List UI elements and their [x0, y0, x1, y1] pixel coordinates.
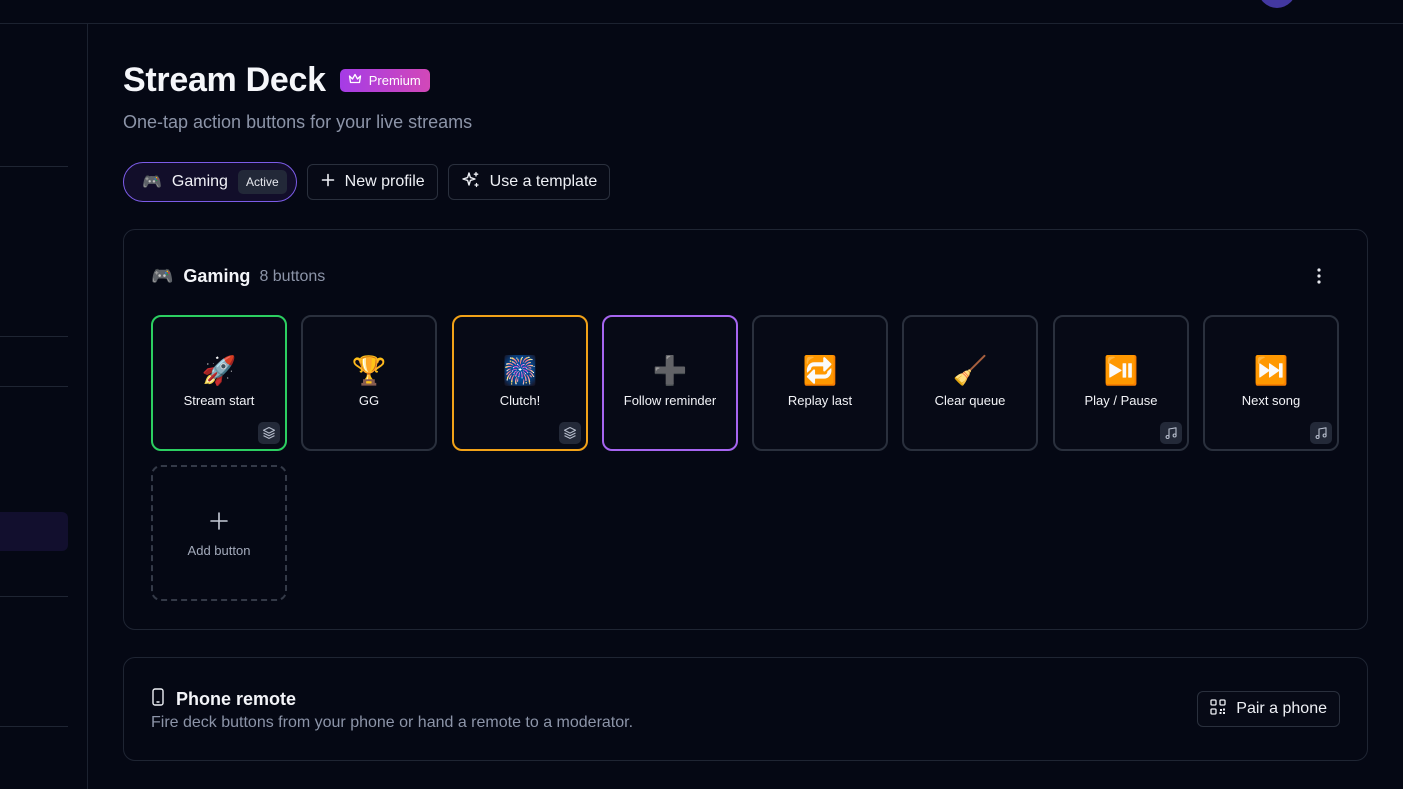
plus-icon [153, 511, 285, 536]
deck-header: 🎮 Gaming 8 buttons [151, 266, 325, 287]
sidebar-divider [0, 386, 68, 387]
deck-button-label: Replay last [787, 393, 853, 408]
sidebar-item-active[interactable] [0, 512, 68, 551]
deck-button-stream-start[interactable]: 🚀 Stream start [151, 315, 287, 451]
deck-button-next-song[interactable]: ⏭️ Next song [1203, 315, 1339, 451]
active-tag: Active [237, 170, 287, 194]
deck-button-replay-last[interactable]: 🔁 Replay last [752, 315, 888, 451]
pair-phone-button[interactable]: Pair a phone [1197, 691, 1340, 727]
deck-button-gg[interactable]: 🏆 GG [301, 315, 437, 451]
crown-icon [348, 73, 362, 88]
more-options-icon[interactable] [1309, 266, 1329, 286]
plus-icon [321, 173, 335, 192]
sidebar-divider [0, 596, 68, 597]
page-subtitle: One-tap action buttons for your live str… [123, 112, 473, 132]
rocket-icon: 🚀 [201, 355, 237, 386]
sidebar-divider [0, 726, 68, 727]
phone-remote-title: Phone remote [176, 689, 297, 709]
repeat-icon: 🔁 [802, 355, 838, 386]
title-row: Stream Deck Premium [123, 60, 430, 100]
add-button-label: Add button [187, 543, 251, 558]
music-note-icon [1310, 422, 1332, 444]
sparkles-icon [461, 171, 480, 194]
premium-label: Premium [368, 72, 421, 88]
next-track-icon: ⏭️ [1253, 355, 1289, 386]
profile-name: Gaming [171, 173, 228, 190]
pair-phone-label: Pair a phone [1236, 700, 1327, 717]
new-profile-label: New profile [344, 173, 425, 190]
premium-badge: Premium [339, 68, 430, 92]
deck-button-label: Clutch! [499, 393, 541, 408]
layers-icon [258, 422, 280, 444]
use-template-label: Use a template [489, 173, 598, 190]
smartphone-icon [151, 688, 165, 711]
gamepad-icon: 🎮 [142, 174, 162, 191]
sidebar [0, 24, 88, 789]
gamepad-icon: 🎮 [151, 266, 174, 286]
trophy-icon: 🏆 [351, 355, 387, 386]
main-content: Stream Deck Premium One-tap action butto… [123, 0, 1368, 789]
profile-pill-gaming[interactable]: 🎮 Gaming Active [123, 162, 297, 202]
deck-button-follow-reminder[interactable]: ➕ Follow reminder [602, 315, 738, 451]
layers-icon [559, 422, 581, 444]
phone-remote-card: Phone remote Fire deck buttons from your… [123, 657, 1368, 761]
music-note-icon [1160, 422, 1182, 444]
page-title: Stream Deck [123, 60, 326, 99]
deck-button-label: Next song [1241, 393, 1301, 408]
broom-icon: 🧹 [952, 355, 988, 386]
play-pause-icon: ⏯️ [1103, 355, 1139, 386]
deck-button-label: Clear queue [934, 393, 1006, 408]
deck-button-label: Follow reminder [623, 393, 717, 408]
sidebar-divider [0, 166, 68, 167]
profile-bar: 🎮 Gaming Active New profile Use a templa… [123, 162, 611, 202]
qr-code-icon [1210, 698, 1226, 720]
deck-button-count: 8 buttons [259, 267, 326, 285]
phone-remote-description: Fire deck buttons from your phone or han… [151, 714, 634, 731]
add-button-tile[interactable]: Add button [151, 465, 287, 601]
sidebar-divider [0, 336, 68, 337]
deck-button-clutch[interactable]: 🎆 Clutch! [452, 315, 588, 451]
new-profile-button[interactable]: New profile [306, 164, 438, 200]
deck-button-label: Stream start [183, 393, 255, 408]
use-template-button[interactable]: Use a template [447, 164, 611, 200]
fireworks-icon: 🎆 [502, 355, 538, 386]
deck-card: 🎮 Gaming 8 buttons 🚀 Stream start 🏆 GG 🎆… [123, 229, 1368, 630]
plus-icon: ➕ [652, 355, 688, 386]
deck-button-play-pause[interactable]: ⏯️ Play / Pause [1053, 315, 1189, 451]
deck-name: Gaming [183, 266, 251, 286]
deck-button-label: GG [358, 393, 380, 408]
deck-button-label: Play / Pause [1084, 393, 1158, 408]
deck-button-clear-queue[interactable]: 🧹 Clear queue [902, 315, 1038, 451]
phone-remote-header: Phone remote [151, 688, 296, 711]
